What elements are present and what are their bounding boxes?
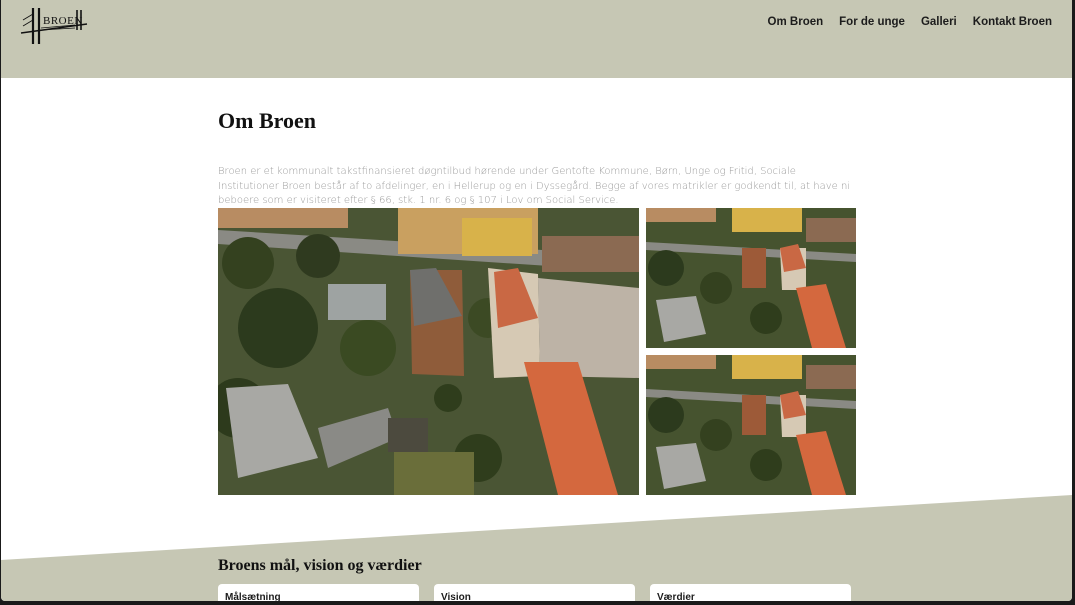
intro-line: Broen er et kommunalt takstfinansieret d… xyxy=(218,166,796,177)
nav-kontakt-broen[interactable]: Kontakt Broen xyxy=(973,16,1052,28)
card-title: Vision xyxy=(441,592,471,601)
card-maalsaetning[interactable]: Målsætning xyxy=(218,584,419,601)
card-title: Værdier xyxy=(657,592,695,601)
values-section-title: Broens mål, vision og værdier xyxy=(218,557,422,574)
card-title: Målsætning xyxy=(225,592,281,601)
nav-for-de-unge[interactable]: For de unge xyxy=(839,16,905,28)
aerial-photo-large[interactable] xyxy=(218,208,639,495)
intro-line: Institutioner Broen består af to afdelin… xyxy=(218,180,851,192)
nav-om-broen[interactable]: Om Broen xyxy=(768,16,824,28)
card-vision[interactable]: Vision xyxy=(434,584,635,601)
aerial-photo-top-right[interactable] xyxy=(646,208,856,348)
nav-galleri[interactable]: Galleri xyxy=(921,16,957,28)
page-title: Om Broen xyxy=(218,108,316,133)
intro-line: beboere som er visiteret efter § 66, stk… xyxy=(218,195,619,207)
aerial-photo-bottom-right[interactable] xyxy=(646,355,856,495)
card-vaerdier[interactable]: Værdier xyxy=(650,584,851,601)
site-header: BROEN Om Broen For de unge Galleri Konta… xyxy=(1,0,1072,78)
logo-wordmark: BROEN xyxy=(43,15,83,27)
main-navigation: Om Broen For de unge Galleri Kontakt Bro… xyxy=(768,16,1052,28)
intro-paragraph: Broen er et kommunalt takstfinansieret d… xyxy=(218,165,858,209)
browser-viewport: BROEN Om Broen For de unge Galleri Konta… xyxy=(1,0,1072,601)
broen-logo[interactable]: BROEN xyxy=(19,6,89,46)
